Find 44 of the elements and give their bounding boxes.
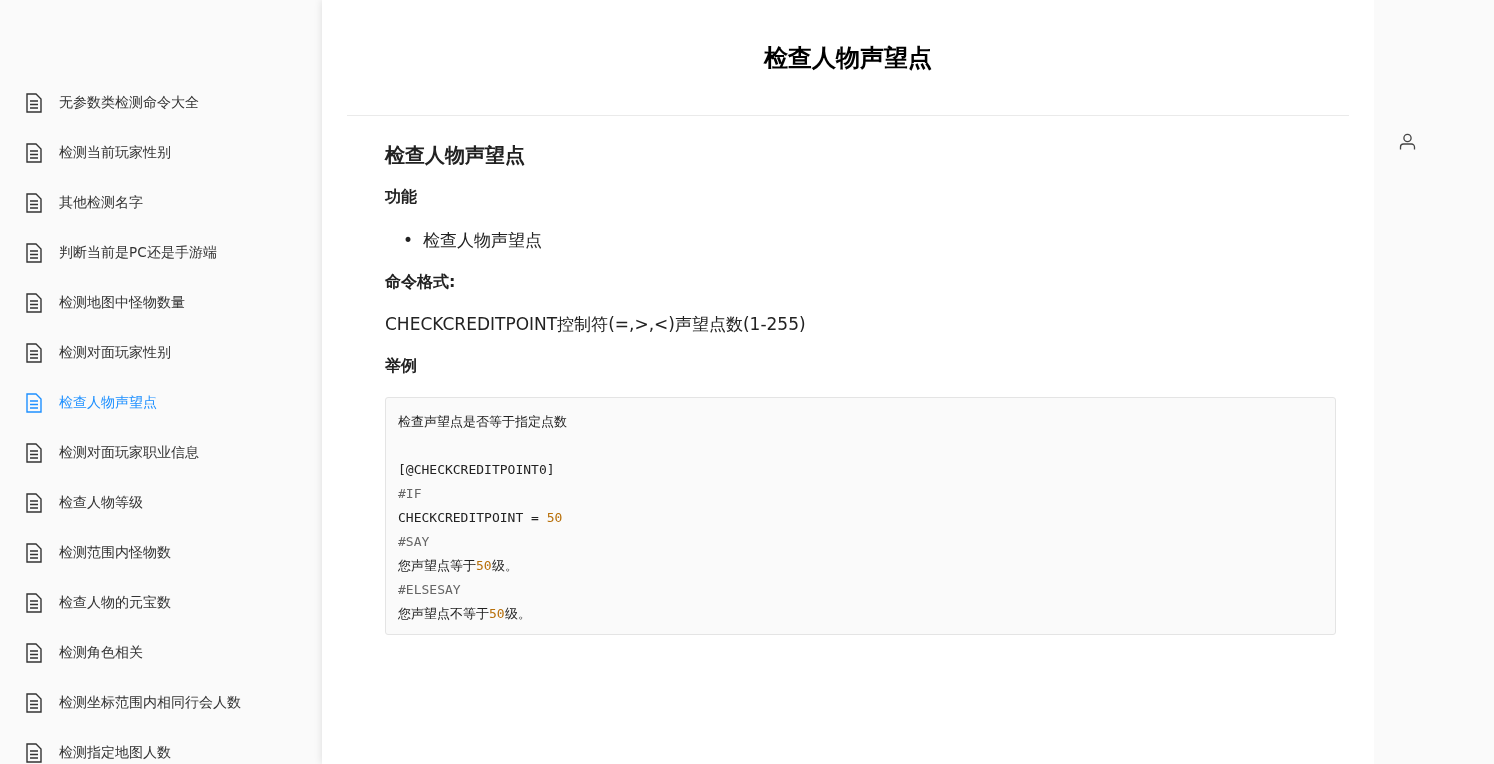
document-icon <box>25 393 43 413</box>
document-icon <box>25 343 43 363</box>
page-title: 检查人物声望点 <box>347 0 1349 116</box>
user-icon[interactable] <box>1399 133 1416 150</box>
sidebar-item[interactable]: 检测范围内怪物数 <box>0 528 322 578</box>
document-icon <box>25 643 43 663</box>
document-icon <box>25 293 43 313</box>
sidebar-item[interactable]: 检测对面玩家性别 <box>0 328 322 378</box>
section-heading: 命令格式: <box>385 272 457 293</box>
section-heading: 举例 <box>385 356 418 377</box>
document-icon <box>25 593 43 613</box>
document-icon <box>25 143 43 163</box>
sidebar-item[interactable]: 检测坐标范围内相同行会人数 <box>0 678 322 728</box>
sidebar-item[interactable]: 无参数类检测命令大全 <box>0 78 322 128</box>
sidebar-item[interactable]: 判断当前是PC还是手游端 <box>0 228 322 278</box>
article-heading: 检查人物声望点 <box>385 142 526 169</box>
code-line: #ELSESAY <box>398 582 461 597</box>
bullet-item: 检查人物声望点 <box>423 229 543 252</box>
code-line: 您声望点等于50级。 <box>398 558 518 573</box>
sidebar-item[interactable]: 检测地图中怪物数量 <box>0 278 322 328</box>
section-heading: 功能 <box>385 187 418 208</box>
sidebar-item[interactable]: 检测角色相关 <box>0 628 322 678</box>
paragraph: CHECKCREDITPOINT控制符(=,>,<)声望点数(1-255) <box>385 313 807 336</box>
document-icon <box>25 543 43 563</box>
sidebar-item[interactable]: 检查人物的元宝数 <box>0 578 322 628</box>
document-icon <box>25 693 43 713</box>
document-icon <box>25 743 43 763</box>
sidebar-item[interactable]: 检测当前玩家性别 <box>0 128 322 178</box>
code-line: [@CHECKCREDITPOINT0] <box>398 462 555 477</box>
document-icon <box>25 493 43 513</box>
document-icon <box>25 243 43 263</box>
document-icon <box>25 93 43 113</box>
document-icon <box>25 443 43 463</box>
sidebar-item[interactable]: 其他检测名字 <box>0 178 322 228</box>
sidebar-item[interactable]: 检测指定地图人数 <box>0 728 322 764</box>
code-line: CHECKCREDITPOINT = 50 <box>398 510 563 525</box>
code-line: 检查声望点是否等于指定点数 <box>398 414 567 429</box>
sidebar-item[interactable]: 检测对面玩家职业信息 <box>0 428 322 478</box>
code-line: #SAY <box>398 534 430 549</box>
document-icon <box>25 193 43 213</box>
code-line: 您声望点不等于50级。 <box>398 606 531 621</box>
sidebar-item[interactable]: 检查人物等级 <box>0 478 322 528</box>
bullet-marker: • <box>403 229 414 252</box>
code-line: #IF <box>398 486 422 501</box>
